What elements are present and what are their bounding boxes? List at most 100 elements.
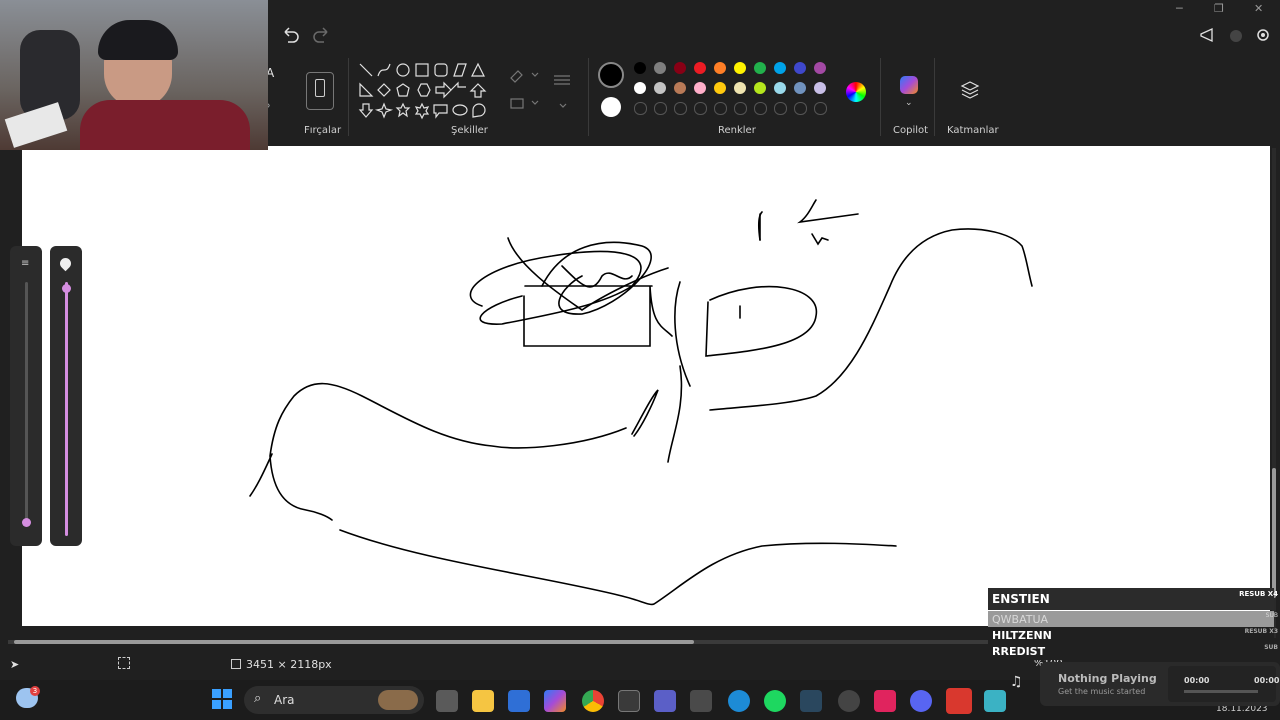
color-swatch[interactable] [814,62,826,74]
webcam-hoodie [80,100,250,150]
color-swatch[interactable] [734,62,746,74]
color-swatch[interactable] [814,82,826,94]
tray-app-icon[interactable] [984,690,1006,712]
edge-icon[interactable] [728,690,750,712]
redo-icon[interactable] [312,24,332,44]
drawing-canvas[interactable] [22,146,1270,626]
color-swatch[interactable] [754,82,766,94]
size-icon: ≡ [21,258,30,269]
empty-color-slot[interactable] [694,102,707,115]
overlay-row: HILTZENN RESUB X3 [988,627,1278,644]
color-swatch[interactable] [634,62,646,74]
search-icon: ⌕ [254,691,262,706]
media-progress-bar [1184,690,1258,693]
empty-color-slot[interactable] [714,102,727,115]
color-swatch[interactable] [654,62,666,74]
minimize-button[interactable]: ─ [1176,2,1183,15]
empty-color-slot[interactable] [794,102,807,115]
red-app-icon[interactable] [874,690,896,712]
secondary-color-swatch[interactable] [601,97,621,117]
overlay-row: QWBATUA SUB [988,611,1278,628]
outline-fill-options[interactable] [508,68,578,114]
ea-app-icon[interactable] [946,688,972,714]
windows-start-icon[interactable] [212,689,232,709]
opacity-slider-thumb[interactable] [62,284,71,293]
color-palette [634,62,834,122]
canvas-area: ≡ [0,144,1280,650]
empty-color-slot[interactable] [754,102,767,115]
selection-icon [118,657,130,669]
store-icon[interactable] [618,690,640,712]
color-swatch[interactable] [714,82,726,94]
color-swatch[interactable] [674,82,686,94]
spotify-icon[interactable] [764,690,786,712]
shapes-gallery[interactable] [358,62,492,124]
music-note-icon: ♫ [1010,674,1023,690]
brush-size-slider[interactable]: ≡ [10,246,42,546]
media-subtitle: Get the music started [1058,687,1146,696]
empty-color-slot[interactable] [674,102,687,115]
layers-label: Katmanlar [947,125,999,136]
color-swatch[interactable] [794,82,806,94]
chrome-icon[interactable] [582,690,604,712]
file-explorer-icon[interactable] [472,690,494,712]
overlay-row: RREDIST SUB [988,643,1278,660]
color-swatch[interactable] [774,82,786,94]
share-icon[interactable] [1198,26,1216,44]
edit-colors-icon[interactable] [846,82,866,102]
empty-color-slot[interactable] [814,102,827,115]
steam-icon[interactable] [800,690,822,712]
app-cube-icon[interactable] [690,690,712,712]
task-view-icon[interactable] [436,690,458,712]
copilot-taskbar-icon[interactable] [544,690,566,712]
media-widget[interactable]: ♫ Nothing Playing Get the music started … [1010,662,1280,706]
media-time-start: 00:00 [1184,676,1210,685]
discord-icon[interactable] [910,690,932,712]
copilot-icon[interactable] [900,76,918,94]
maximize-button[interactable]: ❐ [1214,2,1224,15]
empty-color-slot[interactable] [634,102,647,115]
color-swatch[interactable] [794,62,806,74]
canvas-size-icon [231,659,241,669]
settings-gear-icon[interactable] [1255,27,1271,43]
pointer-icon: ➤ [10,658,20,671]
freehand-drawing [249,199,1033,606]
obs-icon[interactable] [838,690,860,712]
webcam-overlay [0,0,268,150]
color-swatch[interactable] [694,62,706,74]
teams-icon[interactable] [654,690,676,712]
color-swatch[interactable] [674,62,686,74]
layers-icon[interactable] [960,80,980,100]
empty-color-slot[interactable] [654,102,667,115]
color-swatch[interactable] [694,82,706,94]
media-title: Nothing Playing [1058,672,1157,685]
canvas-size-text: 3451 × 2118px [246,658,332,671]
colors-label: Renkler [718,125,756,136]
copilot-label: Copilot [893,125,929,136]
search-placeholder: Ara [274,693,295,707]
color-swatch[interactable] [654,82,666,94]
primary-color-swatch[interactable] [598,62,624,88]
media-progress-box: 00:00 00:00 [1168,666,1280,702]
color-swatch[interactable] [774,62,786,74]
undo-icon[interactable] [280,24,300,44]
account-avatar[interactable] [1230,30,1242,42]
taskbar-search-box[interactable]: ⌕ Ara [244,686,424,714]
editor-app-icon[interactable] [508,690,530,712]
color-swatch[interactable] [714,62,726,74]
brush-icon [315,79,325,97]
media-time-end: 00:00 [1254,676,1280,685]
close-button[interactable]: ✕ [1254,2,1263,15]
empty-color-slot[interactable] [774,102,787,115]
size-slider-thumb[interactable] [22,518,31,527]
empty-color-slot[interactable] [734,102,747,115]
opacity-slider[interactable] [50,246,82,546]
color-swatch[interactable] [754,62,766,74]
brushes-label: Fırçalar [304,125,342,136]
overlay-header: ENSTIEN RESUB X4 [988,588,1278,610]
vertical-scrollbar[interactable] [1272,148,1276,638]
color-swatch[interactable] [634,82,646,94]
brushes-button[interactable] [306,72,334,110]
color-swatch[interactable] [734,82,746,94]
shapes-label: Şekiller [451,125,488,136]
